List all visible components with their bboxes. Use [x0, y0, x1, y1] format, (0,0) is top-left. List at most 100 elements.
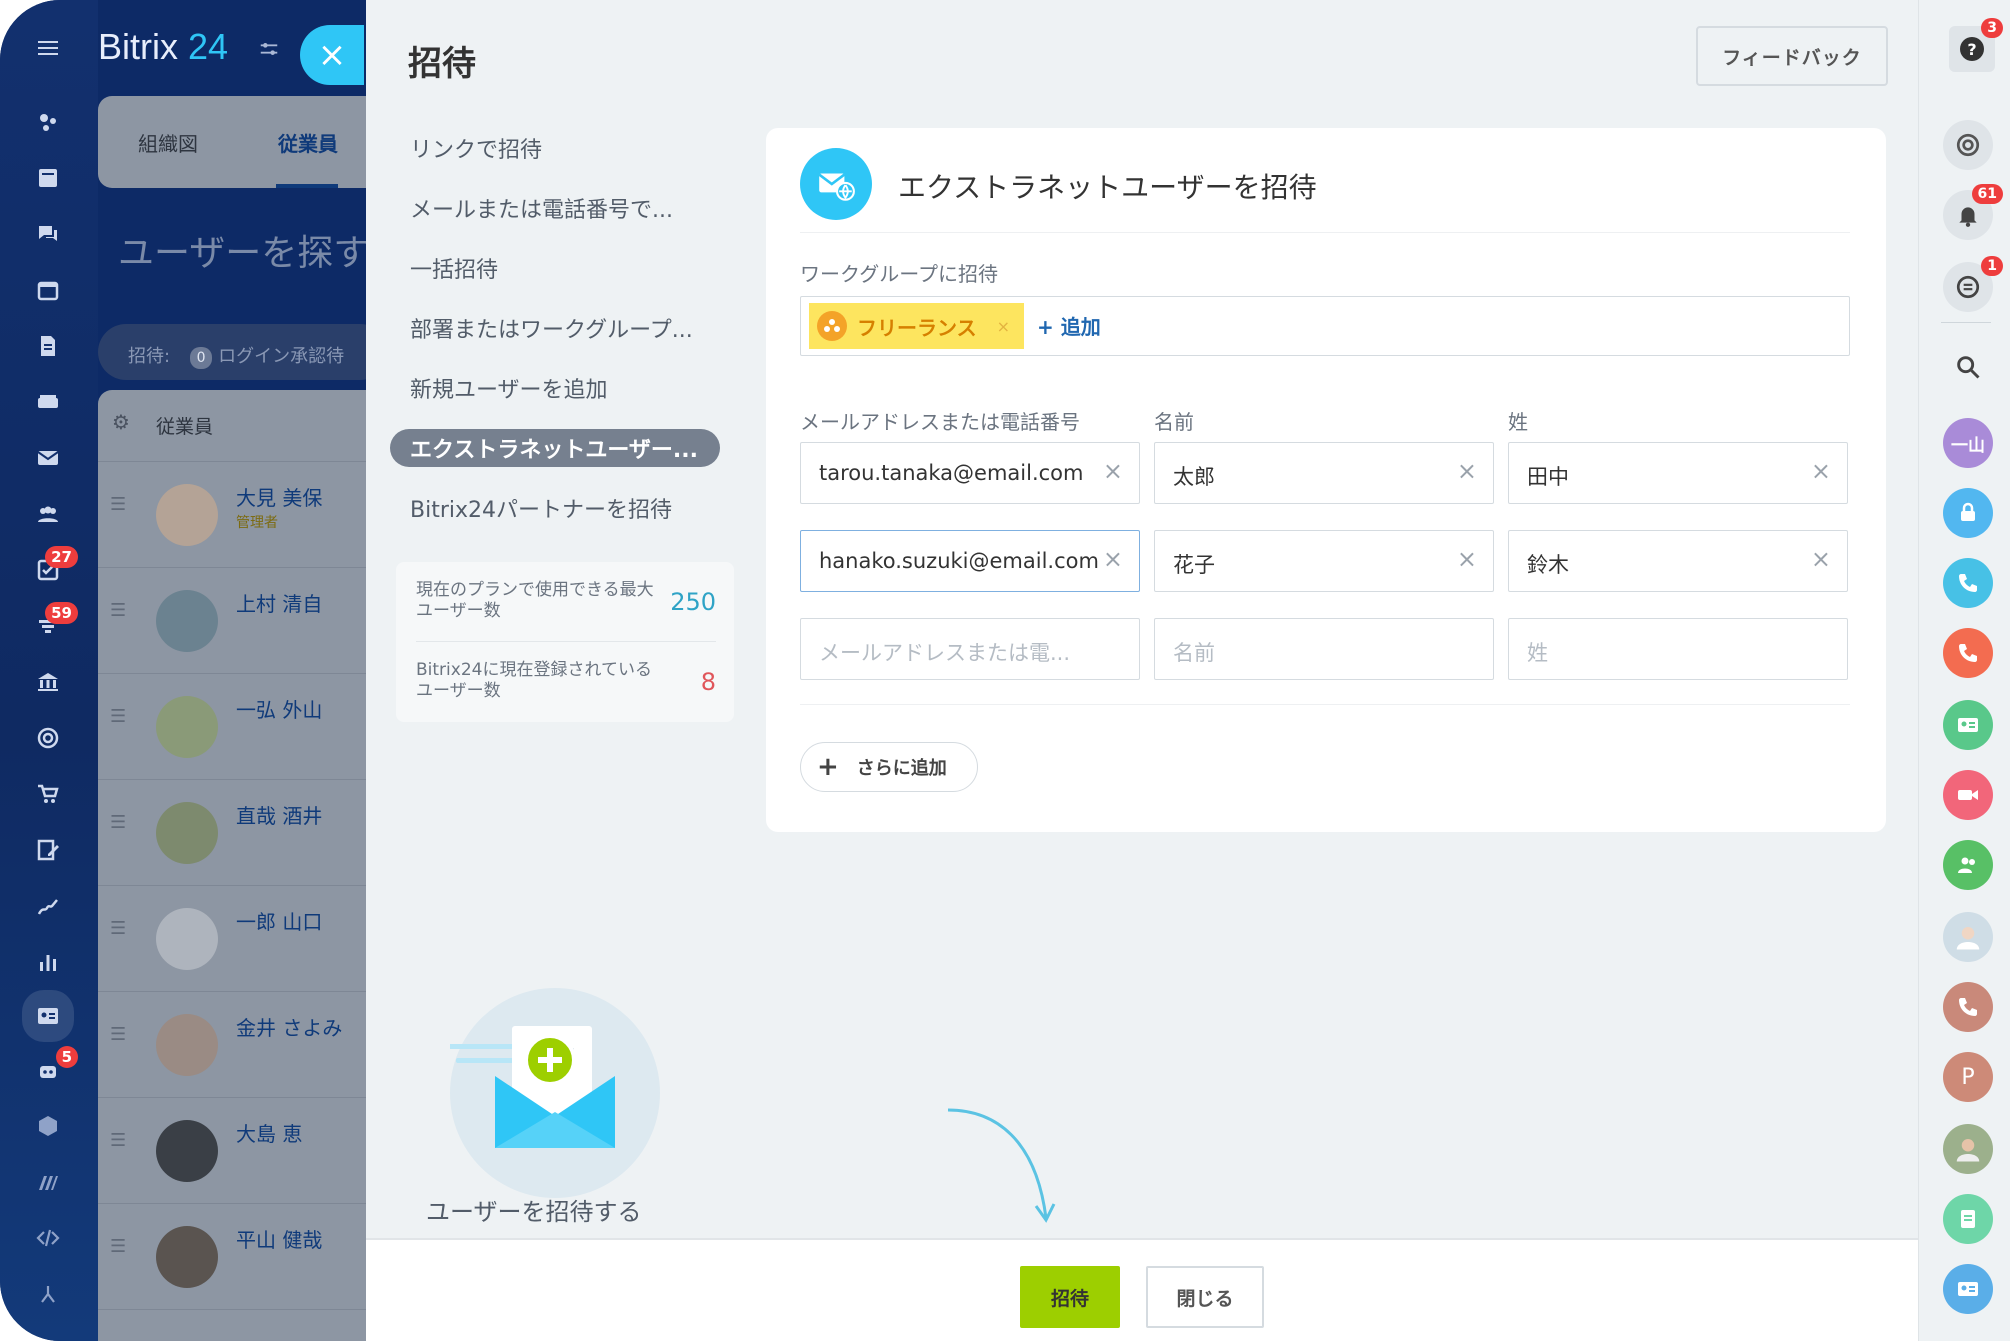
clear-icon[interactable]: ×: [1103, 457, 1123, 485]
last-name-field[interactable]: 姓: [1508, 618, 1848, 680]
edit-icon[interactable]: [22, 828, 74, 872]
tab-org-chart[interactable]: 組織図: [138, 128, 198, 157]
page-title: 招待: [408, 44, 476, 84]
workgroup-tag[interactable]: フリーランス ×: [809, 303, 1025, 349]
table-row[interactable]: ☰ 直哉 酒井: [98, 780, 388, 886]
employees-icon[interactable]: [22, 492, 74, 536]
avatar[interactable]: P: [1943, 1052, 1993, 1102]
table-row[interactable]: ☰ 平山 健哉: [98, 1204, 388, 1310]
crm-icon[interactable]: 59: [22, 602, 78, 648]
menu-item-department-invite[interactable]: 部署またはワークグループ...: [390, 298, 730, 358]
email-field[interactable]: hanako.suzuki@email.com ×: [800, 530, 1140, 592]
close-slider-button[interactable]: ×: [300, 25, 364, 85]
document-icon[interactable]: [1943, 1194, 1993, 1244]
stat-current-users-value: 8: [700, 668, 716, 696]
clear-icon[interactable]: ×: [1457, 457, 1477, 485]
tab-employees[interactable]: 従業員: [278, 128, 338, 157]
search-button[interactable]: [1943, 342, 1993, 392]
cart-icon[interactable]: [22, 772, 74, 816]
avatar[interactable]: [1943, 912, 1993, 962]
table-row[interactable]: ☰ 大見 美保 管理者: [98, 462, 388, 568]
phone-icon[interactable]: [1943, 982, 1993, 1032]
feedback-button[interactable]: フィードバック: [1696, 26, 1888, 86]
contact-card-icon[interactable]: [22, 990, 74, 1042]
notifications-button[interactable]: 61: [1943, 184, 2003, 240]
first-name-field[interactable]: 名前: [1154, 618, 1494, 680]
table-row[interactable]: ☰ 一郎 山口: [98, 886, 388, 992]
activity-icon[interactable]: [22, 100, 74, 144]
copilot-button[interactable]: [1943, 120, 1993, 170]
contact-card-icon[interactable]: [1943, 700, 1993, 750]
feed-icon[interactable]: [22, 156, 74, 200]
robot-badge: 5: [55, 1046, 78, 1068]
first-name-field[interactable]: 花子 ×: [1154, 530, 1494, 592]
chat-icon[interactable]: [22, 212, 74, 256]
phone-icon[interactable]: [1943, 558, 1993, 608]
clear-icon[interactable]: ×: [1811, 457, 1831, 485]
analytics-icon[interactable]: [22, 940, 74, 984]
email-field[interactable]: メールアドレスまたは電...: [800, 618, 1140, 680]
avatar: [156, 802, 218, 864]
person-icon[interactable]: [22, 1272, 74, 1316]
sign-icon[interactable]: [22, 884, 74, 928]
app-window: 27 59 5 Bitrix 24 組織図 従業員 ユーザーを探す 招待: 0 …: [0, 0, 2010, 1341]
help-button[interactable]: ? 3: [1949, 18, 2003, 72]
avatar: [156, 1226, 218, 1288]
code-icon[interactable]: [22, 1216, 74, 1260]
last-name-field[interactable]: 鈴木 ×: [1508, 530, 1848, 592]
drive-icon[interactable]: [22, 380, 74, 424]
extranet-mail-icon: [800, 148, 872, 220]
phone-call-icon[interactable]: [1943, 628, 1993, 678]
avatar: [156, 1120, 218, 1182]
card-title: エクストラネットユーザーを招待: [898, 171, 1317, 204]
bank-icon[interactable]: [22, 660, 74, 704]
email-field[interactable]: tarou.tanaka@email.com ×: [800, 442, 1140, 504]
market-icon[interactable]: [22, 1160, 74, 1204]
menu-item-partner-invite[interactable]: Bitrix24パートナーを招待: [390, 478, 730, 538]
box-icon[interactable]: [22, 1104, 74, 1148]
menu-icon[interactable]: [22, 26, 74, 70]
gear-icon[interactable]: ⚙: [112, 410, 130, 434]
table-row[interactable]: ☰ 上村 清自: [98, 568, 388, 674]
add-workgroup-link[interactable]: + 追加: [1037, 311, 1101, 340]
contact-card-icon[interactable]: [1943, 1264, 1993, 1314]
avatar[interactable]: [1943, 1124, 1993, 1174]
background-filter-bar[interactable]: 招待: 0 ログイン承認待: [98, 324, 388, 380]
drag-handle-icon: ☰: [110, 1024, 127, 1045]
first-name-field[interactable]: 太郎 ×: [1154, 442, 1494, 504]
menu-item-bulk-invite[interactable]: 一括招待: [390, 238, 730, 298]
last-name-field[interactable]: 田中 ×: [1508, 442, 1848, 504]
drag-handle-icon: ☰: [110, 918, 127, 939]
video-icon[interactable]: [1943, 770, 1993, 820]
docs-icon[interactable]: [22, 324, 74, 368]
stat-max-users-value: 250: [670, 588, 716, 616]
remove-tag-icon[interactable]: ×: [997, 317, 1010, 336]
menu-item-invite-by-link[interactable]: リンクで招待: [390, 118, 730, 178]
table-row[interactable]: ☰ 金井 さよみ: [98, 992, 388, 1098]
workgroup-selector[interactable]: フリーランス × + 追加: [800, 296, 1850, 356]
robot-icon[interactable]: 5: [22, 1046, 78, 1092]
logo[interactable]: Bitrix 24: [98, 26, 228, 68]
target-icon[interactable]: [22, 716, 74, 760]
divider: [800, 232, 1850, 233]
help-badge: 3: [1981, 18, 2003, 38]
add-more-button[interactable]: + さらに追加: [800, 742, 978, 792]
invite-button[interactable]: 招待: [1020, 1266, 1120, 1328]
calendar-icon[interactable]: [22, 268, 74, 312]
mail-icon[interactable]: [22, 436, 74, 480]
table-row[interactable]: ☰ 一弘 外山: [98, 674, 388, 780]
clear-icon[interactable]: ×: [1457, 545, 1477, 573]
lock-icon[interactable]: [1943, 488, 1993, 538]
settings-sliders-icon[interactable]: [258, 38, 282, 62]
table-row[interactable]: ☰ 大島 恵: [98, 1098, 388, 1204]
close-button[interactable]: 閉じる: [1146, 1266, 1264, 1328]
clear-icon[interactable]: ×: [1811, 545, 1831, 573]
avatar[interactable]: 一山: [1943, 418, 1993, 468]
menu-item-add-user[interactable]: 新規ユーザーを追加: [390, 358, 730, 418]
messenger-button[interactable]: 1: [1943, 256, 2003, 312]
clear-icon[interactable]: ×: [1103, 545, 1123, 573]
menu-item-extranet[interactable]: エクストラネットユーザー...: [390, 429, 720, 467]
menu-item-invite-by-email[interactable]: メールまたは電話番号で...: [390, 178, 730, 238]
tasks-icon[interactable]: 27: [22, 546, 78, 592]
group-icon[interactable]: [1943, 840, 1993, 890]
